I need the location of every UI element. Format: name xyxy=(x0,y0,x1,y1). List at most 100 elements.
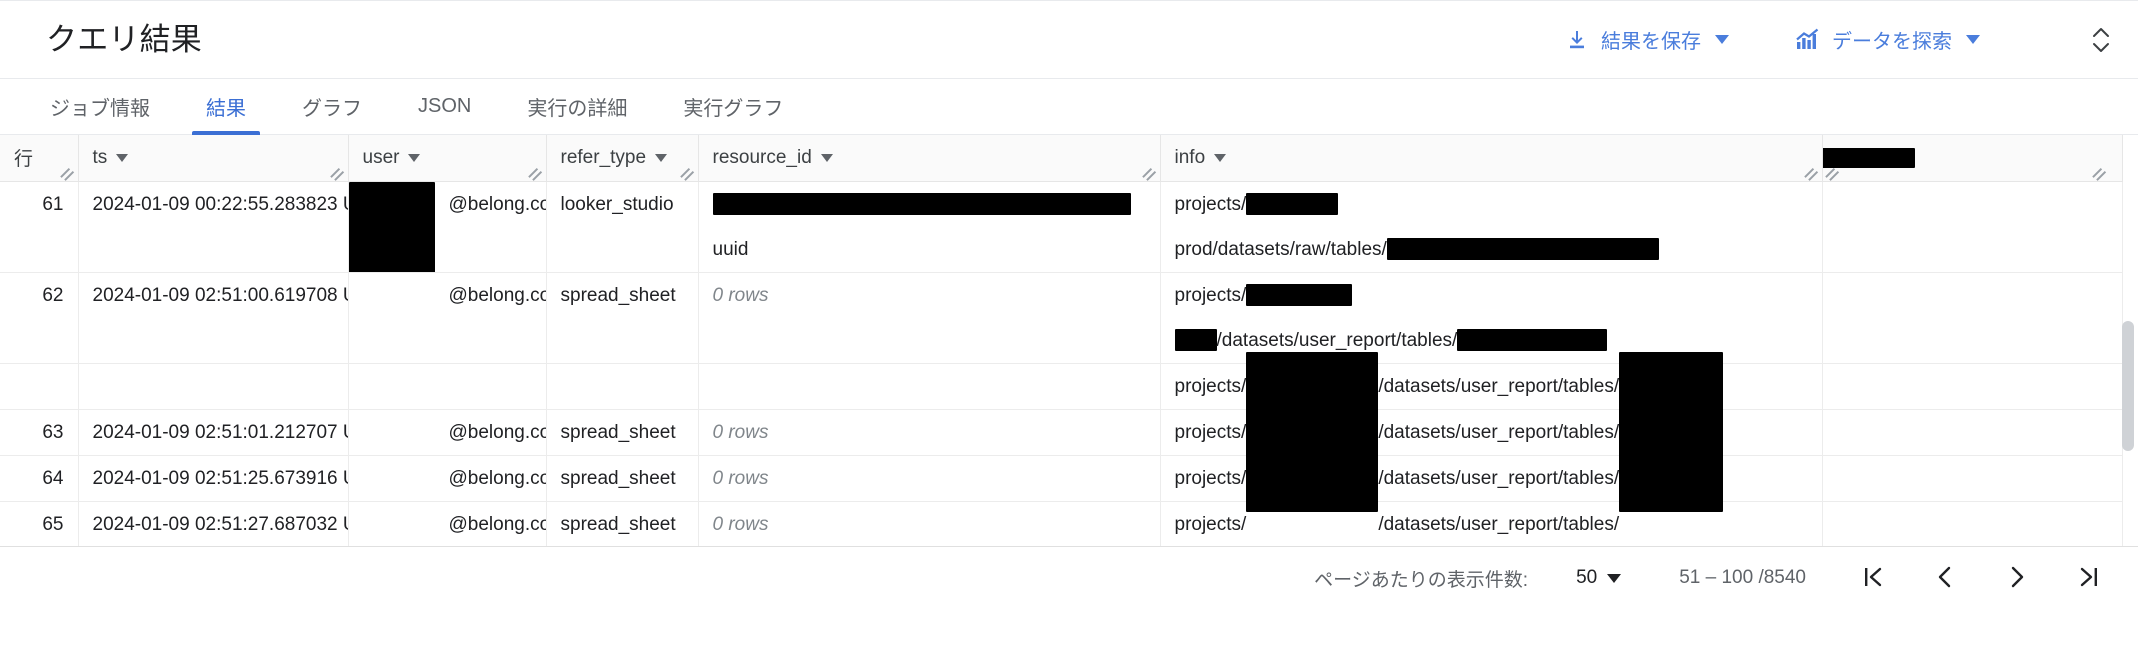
results-table-container[interactable]: 行 ts user refer_type resource_id info 61… xyxy=(0,135,2138,547)
column-resize-handle[interactable] xyxy=(1141,164,1158,180)
column-header-user[interactable]: user xyxy=(348,135,547,182)
column-menu-caret-icon[interactable] xyxy=(820,153,833,162)
last-page-button[interactable] xyxy=(2070,558,2108,599)
table-row[interactable]: projects/ /datasets/user_report/tables/ xyxy=(0,351,2123,512)
tab-json[interactable]: JSON xyxy=(390,79,499,134)
column-label-refer-type: refer_type xyxy=(560,146,647,168)
column-resize-handle[interactable] xyxy=(2091,164,2108,180)
cell-user: @belong.co.jp xyxy=(348,272,547,364)
chevron-down-icon[interactable] xyxy=(1966,35,1980,44)
ts-text: 2024-01-09 02:51:27.687032 U… xyxy=(92,513,348,535)
cell-ts xyxy=(78,363,349,410)
row-number-text: 65 xyxy=(42,513,64,535)
chevron-right-icon xyxy=(2004,562,2030,595)
column-resize-handle[interactable] xyxy=(1824,164,1841,180)
cell-overflow xyxy=(1822,409,2123,456)
column-resize-handle[interactable] xyxy=(679,164,696,180)
column-resize-handle[interactable] xyxy=(59,164,76,180)
cell-ts: 2024-01-09 02:51:01.212707 U… xyxy=(78,409,349,456)
panel-header: クエリ結果 結果を保存 データを探索 xyxy=(0,1,2138,79)
chart-icon xyxy=(1795,28,1821,52)
first-page-button[interactable] xyxy=(1854,558,1892,599)
column-label-user: user xyxy=(362,146,400,168)
column-menu-caret-icon[interactable] xyxy=(655,153,668,162)
expand-collapse-button[interactable] xyxy=(2086,19,2116,61)
row-number-text: 61 xyxy=(42,193,64,215)
info-text-2: /datasets/user_report/tables/ xyxy=(1378,421,1620,443)
redaction-block xyxy=(1619,351,1724,512)
scrollbar-thumb[interactable] xyxy=(2122,321,2134,451)
redaction-block xyxy=(712,193,1131,216)
user-text: @belong.co.jp xyxy=(448,467,546,489)
tab-results[interactable]: 結果 xyxy=(178,79,274,135)
tab-execution-graph[interactable]: 実行グラフ xyxy=(655,79,811,134)
tab-chart[interactable]: グラフ xyxy=(274,79,390,134)
cell-overflow xyxy=(1822,181,2123,273)
cell-ts: 2024-01-09 02:51:27.687032 U… xyxy=(78,501,349,546)
next-page-button[interactable] xyxy=(1998,558,2036,599)
table-row[interactable]: 61 2024-01-09 00:22:55.283823 U… @belong… xyxy=(0,181,2123,273)
column-resize-handle[interactable] xyxy=(527,164,544,180)
cell-refer-type: looker_studio xyxy=(546,181,699,273)
resource-id-line-1 xyxy=(713,364,1146,409)
row-number-text xyxy=(14,364,64,409)
cell-ts: 2024-01-09 02:51:00.619708 U… xyxy=(78,272,349,364)
results-table: 行 ts user refer_type resource_id info 61… xyxy=(0,135,2123,546)
cell-info: projects/ /datasets/user_report/tables/ xyxy=(1160,351,1823,512)
tab-job-info[interactable]: ジョブ情報 xyxy=(22,79,178,134)
cell-refer-type: spread_sheet xyxy=(546,272,699,364)
chevron-down-icon[interactable] xyxy=(1715,35,1729,44)
cell-user: @belong.co.jp xyxy=(348,181,547,273)
redaction-block xyxy=(1386,238,1659,261)
header-actions: 結果を保存 データを探索 xyxy=(1562,19,2116,61)
table-row[interactable]: 64 2024-01-09 02:51:25.673916 U… @belong… xyxy=(0,455,2123,502)
refer-type-text xyxy=(561,364,684,409)
query-results-panel: クエリ結果 結果を保存 データを探索 ジョブ情報 結果 グラフ JSON 実行の… xyxy=(0,0,2138,654)
column-header-ts[interactable]: ts xyxy=(78,135,349,182)
vertical-scrollbar[interactable] xyxy=(2122,253,2134,546)
column-resize-handle[interactable] xyxy=(329,164,346,180)
cell-resource-id xyxy=(698,363,1161,410)
cell-user xyxy=(348,363,547,410)
column-header-resource-id[interactable]: resource_id xyxy=(698,135,1161,182)
column-label-resource-id: resource_id xyxy=(712,146,812,168)
column-menu-caret-icon[interactable] xyxy=(408,153,421,162)
ts-text xyxy=(93,364,334,409)
column-header-info[interactable]: info xyxy=(1160,135,1823,182)
column-menu-caret-icon[interactable] xyxy=(116,153,129,162)
table-row[interactable]: 65 2024-01-09 02:51:27.687032 U… @belong… xyxy=(0,501,2123,546)
redaction-block xyxy=(1174,329,1217,352)
ts-text: 2024-01-09 00:22:55.283823 U… xyxy=(92,193,348,215)
user-text: @belong.co.jp xyxy=(448,513,546,535)
cell-user: @belong.co.jp xyxy=(348,409,547,456)
cell-refer-type: spread_sheet xyxy=(546,455,699,502)
results-table-body: 61 2024-01-09 00:22:55.283823 U… @belong… xyxy=(0,181,2123,546)
previous-page-button[interactable] xyxy=(1926,558,1964,599)
column-menu-caret-icon[interactable] xyxy=(1214,153,1227,162)
column-header-row[interactable]: 行 xyxy=(0,135,79,182)
info-text-1: projects/ xyxy=(1174,421,1247,443)
column-header-refer-type[interactable]: refer_type xyxy=(546,135,699,182)
save-results-label: 結果を保存 xyxy=(1601,31,1701,53)
cell-ts: 2024-01-09 02:51:25.673916 U… xyxy=(78,455,349,502)
info-text-1: projects/ xyxy=(1174,375,1247,397)
explore-data-button[interactable]: データを探索 xyxy=(1791,19,1984,60)
info-line-2: prod/datasets/raw/tables/ xyxy=(1175,227,1808,272)
refer-type-text: spread_sheet xyxy=(560,513,676,535)
resource-id-line-1: 0 rows xyxy=(712,467,769,489)
page-size-select[interactable]: 50 xyxy=(1570,566,1627,590)
column-resize-handle[interactable] xyxy=(1803,164,1820,180)
save-results-button[interactable]: 結果を保存 xyxy=(1562,19,1733,60)
table-row[interactable]: 62 2024-01-09 02:51:00.619708 U… @belong… xyxy=(0,272,2123,364)
cell-info: projects/ prod/datasets/raw/tables/ xyxy=(1160,181,1823,273)
refer-type-text: spread_sheet xyxy=(560,421,676,443)
table-row[interactable]: 63 2024-01-09 02:51:01.212707 U… @belong… xyxy=(0,409,2123,456)
cell-resource-id: 0 rows xyxy=(698,501,1161,546)
cell-row-number: 63 xyxy=(0,409,79,456)
cell-ts: 2024-01-09 00:22:55.283823 U… xyxy=(78,181,349,273)
column-label-row: 行 xyxy=(14,149,34,171)
cell-refer-type: spread_sheet xyxy=(546,501,699,546)
tab-execution-details[interactable]: 実行の詳細 xyxy=(499,79,655,134)
cell-row-number: 64 xyxy=(0,455,79,502)
resource-id-line-1: 0 rows xyxy=(712,513,769,535)
